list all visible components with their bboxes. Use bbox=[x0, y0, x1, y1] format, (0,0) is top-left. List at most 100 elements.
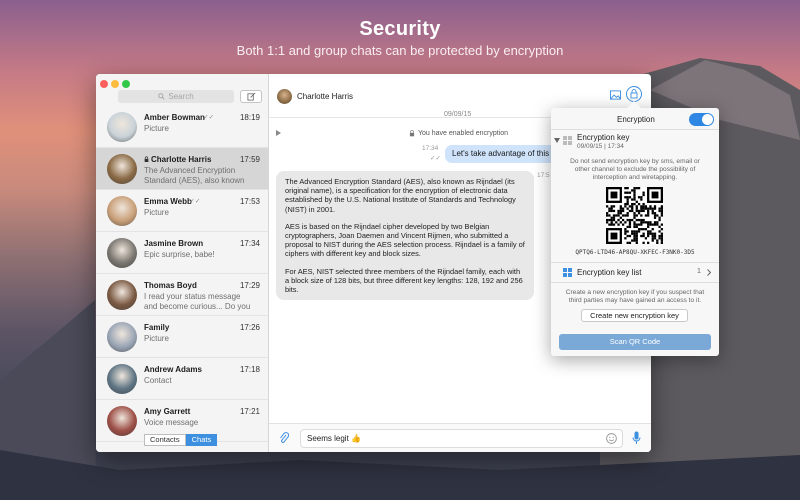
chat-time: 17:26 bbox=[239, 323, 260, 332]
encryption-key-date: 09/09/15 | 17:34 bbox=[577, 143, 624, 150]
divider bbox=[551, 129, 719, 130]
toggle-knob bbox=[702, 114, 713, 125]
avatar bbox=[107, 238, 137, 268]
key-list-icon bbox=[563, 268, 572, 277]
avatar bbox=[107, 364, 137, 394]
contact-name[interactable]: Charlotte Harris bbox=[297, 92, 353, 101]
chat-time: 17:18 bbox=[239, 365, 260, 374]
divider bbox=[551, 282, 719, 283]
chat-preview: The Advanced Encryption Standard (AES), … bbox=[144, 166, 245, 185]
chat-name: Family bbox=[144, 323, 170, 332]
message-paragraph: AES is based on the Rijndael cipher deve… bbox=[285, 221, 525, 259]
emoji-icon[interactable] bbox=[606, 433, 617, 444]
chat-time: 17:59 bbox=[239, 155, 260, 164]
message-paragraph: The Advanced Encryption Standard (AES), … bbox=[285, 177, 516, 214]
outgoing-time: 17:34 bbox=[422, 145, 439, 152]
avatar bbox=[107, 322, 137, 352]
chat-time: 17:53 bbox=[239, 197, 260, 206]
banner-title: Security bbox=[359, 18, 441, 40]
incoming-time: 17:5 bbox=[537, 172, 550, 179]
scan-qr-code-button[interactable]: Scan QR Code bbox=[559, 334, 711, 350]
chat-list-item[interactable]: Charlotte Harris 17:59 The Advanced Encryp… bbox=[96, 148, 268, 190]
avatar bbox=[107, 196, 137, 226]
chat-name: Amber Bowman bbox=[144, 113, 205, 122]
read-checkmarks-icon: ✓✓ bbox=[189, 198, 201, 205]
system-message-text: You have enabled encryption bbox=[418, 130, 509, 137]
chats-tab[interactable]: Chats bbox=[185, 434, 218, 446]
encryption-key-list-label: Encryption key list bbox=[577, 268, 642, 277]
lock-icon bbox=[144, 156, 149, 162]
chat-name: Amy Garrett bbox=[144, 407, 191, 416]
encryption-button[interactable] bbox=[626, 86, 642, 102]
lock-icon bbox=[630, 89, 638, 99]
avatar bbox=[107, 406, 137, 436]
read-checkmarks-icon: ✓✓ bbox=[430, 155, 441, 162]
read-checkmarks-icon: ✓✓ bbox=[203, 114, 215, 121]
encryption-key-list-row[interactable]: Encryption key list 1 bbox=[551, 263, 719, 281]
chat-list-item[interactable]: Amber Bowman ✓✓ 18:19 Picture bbox=[96, 106, 268, 148]
expand-triangle-icon[interactable] bbox=[276, 130, 281, 136]
chat-name: Jasmine Brown bbox=[144, 239, 204, 248]
microphone-icon[interactable] bbox=[632, 431, 641, 445]
chat-time: 18:19 bbox=[239, 113, 260, 122]
message-input[interactable]: Seems legit 👍 bbox=[300, 429, 623, 448]
create-encryption-key-button[interactable]: Create new encryption key bbox=[581, 309, 688, 322]
chat-preview: Picture bbox=[144, 334, 169, 343]
encryption-key-list-count: 1 bbox=[697, 268, 701, 275]
chat-preview: I read your status message and become cu… bbox=[144, 292, 251, 311]
chat-preview: Epic surprise, babe! bbox=[144, 250, 215, 259]
chevron-right-icon bbox=[707, 269, 711, 276]
compose-button[interactable] bbox=[240, 90, 262, 103]
outgoing-message-bubble[interactable]: Let's take advantage of this A bbox=[445, 145, 555, 163]
chat-list-item[interactable]: Family 17:26 Picture bbox=[96, 316, 268, 358]
encryption-key-label: Encryption key bbox=[577, 133, 630, 142]
new-key-hint: Create a new encryption key if you suspe… bbox=[565, 289, 705, 305]
message-composer: Seems legit 👍 bbox=[269, 423, 651, 452]
encryption-popover: Encryption Encryption key 09/09/15 | 17:… bbox=[551, 100, 719, 356]
chat-name: Emma Webb bbox=[144, 197, 192, 206]
collapse-triangle-icon[interactable] bbox=[554, 138, 560, 143]
chat-list-item[interactable]: Emma Webb ✓✓ 17:53 Picture bbox=[96, 190, 268, 232]
lock-icon bbox=[409, 130, 415, 137]
incoming-message-bubble[interactable]: The Advanced Encryption Standard (AES), … bbox=[276, 171, 534, 301]
chat-preview: Picture bbox=[144, 124, 169, 133]
chat-list: Amber Bowman ✓✓ 18:19 Picture Charlotte Harr… bbox=[96, 106, 268, 442]
banner-subtitle: Both 1:1 and group chats can be protecte… bbox=[236, 43, 564, 58]
date-separator: 09/09/15 bbox=[444, 111, 472, 118]
contact-avatar[interactable] bbox=[277, 89, 292, 104]
qr-code-image bbox=[606, 187, 663, 244]
chat-name: Thomas Boyd bbox=[144, 281, 197, 290]
chat-preview: Picture bbox=[144, 208, 169, 217]
search-input[interactable]: Search bbox=[118, 90, 234, 103]
chat-list-item[interactable]: Jasmine Brown 17:34 Epic surprise, babe! bbox=[96, 232, 268, 274]
chat-time: 17:29 bbox=[239, 281, 260, 290]
minimize-window-button[interactable] bbox=[111, 80, 119, 88]
close-window-button[interactable] bbox=[100, 80, 108, 88]
search-icon bbox=[158, 93, 165, 100]
paperclip-icon[interactable] bbox=[279, 432, 289, 444]
sidebar-tab-switcher: Contacts Chats bbox=[144, 434, 218, 446]
zoom-window-button[interactable] bbox=[122, 80, 130, 88]
chat-preview: Contact bbox=[144, 376, 172, 385]
chat-name: Charlotte Harris bbox=[151, 155, 212, 164]
chat-time: 17:34 bbox=[239, 239, 260, 248]
encryption-toggle[interactable] bbox=[689, 113, 714, 126]
contacts-tab[interactable]: Contacts bbox=[144, 434, 186, 446]
sidebar: Search Amber Bowman ✓✓ 18:19 Picture Charlot… bbox=[96, 74, 269, 452]
encryption-enabled-notice: You have enabled encryption bbox=[409, 130, 508, 137]
chat-time: 17:21 bbox=[239, 407, 260, 416]
compose-icon bbox=[246, 92, 255, 101]
chat-list-item[interactable]: Thomas Boyd 17:29 I read your status messa… bbox=[96, 274, 268, 316]
encryption-key-code: QPTQ6-LTD46-AP8QU-XKFEC-F3NK0-3D5 bbox=[575, 249, 695, 256]
chat-name: Andrew Adams bbox=[144, 365, 202, 374]
chat-list-item[interactable]: Andrew Adams 17:18 Contact bbox=[96, 358, 268, 400]
message-paragraph: For AES, NIST selected three members of … bbox=[285, 266, 523, 295]
key-grid-icon bbox=[563, 136, 572, 145]
encryption-title: Encryption bbox=[617, 115, 655, 124]
avatar bbox=[107, 112, 137, 142]
image-icon[interactable] bbox=[610, 90, 621, 100]
avatar bbox=[107, 154, 137, 184]
avatar bbox=[107, 280, 137, 310]
search-placeholder: Search bbox=[168, 92, 194, 101]
encryption-warning: Do not send encryption key by sms, email… bbox=[570, 158, 700, 182]
